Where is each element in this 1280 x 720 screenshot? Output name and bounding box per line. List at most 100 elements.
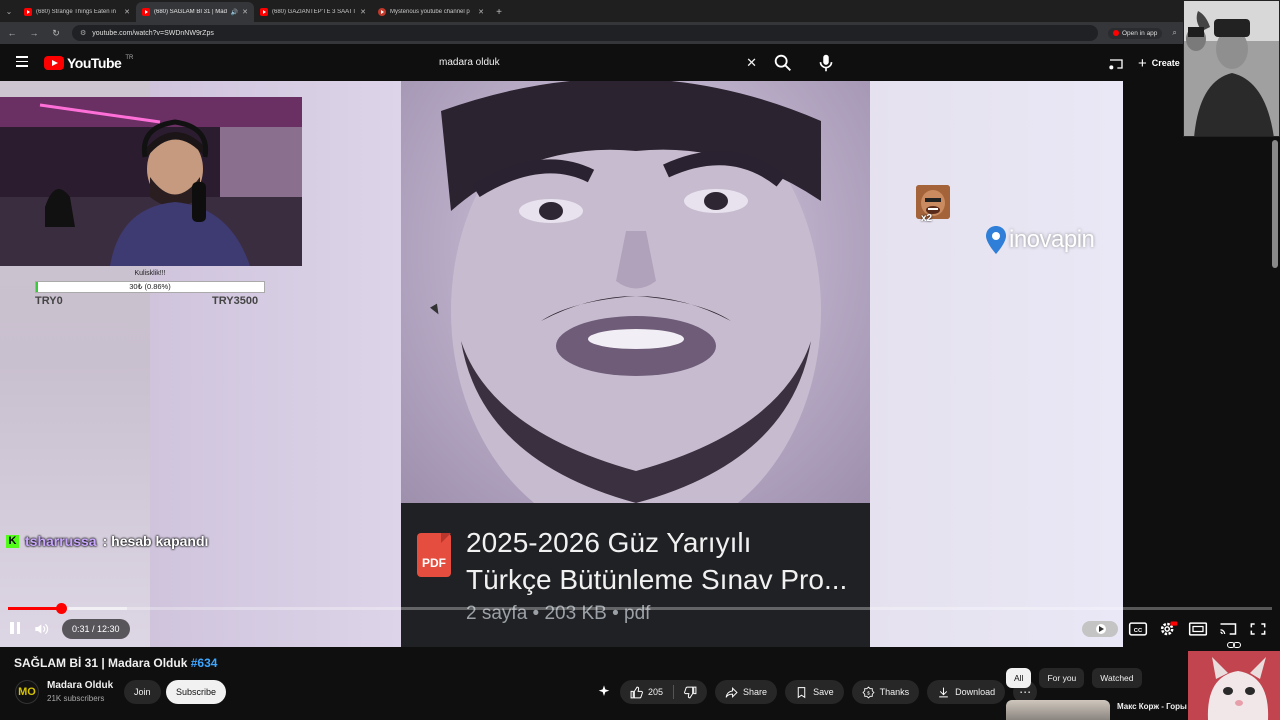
download-icon [939, 687, 948, 697]
time-display: 0:31 / 12:30 [62, 619, 130, 639]
volume-icon[interactable] [34, 622, 50, 636]
video-title: SAĞLAM Bİ 31 | Madara Olduk #634 [14, 656, 217, 670]
donation-goal-text: 30₺ (0.86%) [129, 282, 171, 291]
pause-icon[interactable] [8, 622, 22, 636]
search-box[interactable]: madara olduk ✕ [428, 49, 768, 76]
create-button[interactable]: + Create [1128, 51, 1190, 75]
subscriber-count: 21K subscribers [47, 694, 105, 703]
settings-gear-icon[interactable] [1158, 620, 1178, 638]
progress-played [8, 607, 62, 610]
video-progress-bar[interactable] [8, 603, 1272, 614]
browser-address-bar: ← → ↻ ⚙ youtube.com/watch?v=SWDnNW9rZps … [0, 22, 1280, 44]
youtube-favicon-icon [260, 8, 268, 16]
video-background-right [870, 81, 1123, 647]
youtube-play-logo-icon [44, 56, 64, 70]
like-dislike-group: 205 [620, 680, 708, 704]
recommended-video-thumbnail[interactable] [1006, 700, 1110, 720]
save-label: Save [813, 687, 834, 697]
guide-menu-icon[interactable] [16, 56, 28, 67]
back-arrow-icon[interactable]: ← [6, 28, 18, 38]
chat-username: tsharrussa [25, 533, 97, 549]
tab-close-icon[interactable]: ✕ [124, 8, 130, 16]
zoom-magnifier-icon[interactable]: ⌕ [1172, 28, 1176, 38]
new-tab-plus-icon[interactable]: + [490, 2, 508, 22]
site-info-icon[interactable]: ⚙ [80, 29, 86, 37]
browser-tab-1[interactable]: (680) Strange Things Eaten in ✕ [18, 2, 136, 22]
search-icon[interactable] [772, 52, 794, 74]
streamer-webcam [0, 97, 302, 266]
cat-reaction-overlay [1188, 651, 1280, 720]
search-input[interactable]: madara olduk [439, 57, 746, 68]
save-button[interactable]: Save [785, 680, 844, 704]
video-hashtag[interactable]: #634 [191, 656, 218, 670]
download-button[interactable]: Download [927, 680, 1006, 704]
chip-all[interactable]: All [1006, 668, 1032, 688]
open-in-app-label: Open in app [1122, 29, 1158, 37]
emote-count: x2 [921, 213, 933, 224]
subtitles-cc-icon[interactable]: CC [1128, 620, 1148, 638]
super-thanks-icon: $ [862, 685, 875, 699]
progress-scrubber-handle[interactable] [56, 603, 68, 614]
pdf-file-icon: PDF [417, 533, 451, 577]
tab-audio-icon[interactable]: 🔊 [231, 9, 238, 16]
forward-arrow-icon[interactable]: → [28, 28, 40, 38]
recommendation-chips: All For you Watched [1006, 668, 1142, 690]
subscribe-button[interactable]: Subscribe [166, 680, 227, 704]
donation-goal-label: Kulisklik!!! [134, 270, 166, 277]
pdf-title-line-2: Türkçe Bütünleme Sınav Pro... [466, 564, 848, 595]
video-frame-face [401, 81, 870, 503]
autoplay-toggle[interactable] [1082, 621, 1118, 637]
create-label: Create [1151, 58, 1180, 68]
channel-name[interactable]: Madara Olduk [47, 680, 113, 691]
tab-search-chevron-icon[interactable]: ⌄ [0, 0, 18, 22]
clear-search-icon[interactable]: ✕ [746, 55, 757, 71]
reload-icon[interactable]: ↻ [50, 28, 62, 39]
tab-title: (680) Strange Things Eaten in [36, 9, 116, 15]
chip-for-you[interactable]: For you [1039, 668, 1085, 688]
tab-title: (680) SAĞLAM Bİ 31 | Mada [154, 9, 227, 15]
share-button[interactable]: Share [715, 680, 778, 704]
open-in-app-button[interactable]: Open in app [1108, 27, 1163, 39]
recommended-video-title[interactable]: Макс Корж - Горы (Official video) [1117, 702, 1189, 712]
map-pin-icon [986, 226, 1006, 254]
bookmark-icon [797, 686, 806, 698]
cast-icon[interactable] [1218, 620, 1238, 638]
tab-close-icon[interactable]: ✕ [478, 8, 484, 16]
thanks-button[interactable]: $ Thanks [851, 680, 920, 704]
ai-sparkle-icon[interactable] [596, 684, 612, 700]
voice-search-mic-icon[interactable] [815, 52, 837, 74]
tab-close-icon[interactable]: ✕ [360, 8, 366, 16]
thanks-label: Thanks [879, 687, 910, 697]
share-label: Share [743, 687, 768, 697]
like-count: 205 [648, 687, 664, 697]
url-omnibox[interactable]: ⚙ youtube.com/watch?v=SWDnNW9rZps [72, 25, 1098, 41]
cast-studio-icon[interactable] [1108, 57, 1124, 71]
kick-badge-icon: K [6, 534, 19, 548]
video-actions: 205 Share Save $ Thanks Download ⋯ [596, 680, 1038, 704]
youtube-logo[interactable]: YouTube TR [44, 55, 133, 71]
chip-watched[interactable]: Watched [1092, 668, 1142, 688]
svg-text:$: $ [867, 690, 870, 696]
fullscreen-icon[interactable] [1248, 620, 1268, 638]
browser-tab-2-active[interactable]: (680) SAĞLAM Bİ 31 | Mada 🔊 ✕ [136, 2, 254, 22]
tab-title: (680) GAZİANTEP'TE 3 SAATT [272, 9, 357, 15]
player-controls-left: 0:31 / 12:30 [8, 617, 130, 641]
youtube-favicon-icon [24, 8, 32, 16]
join-button[interactable]: Join [124, 680, 161, 704]
webcam-scene [0, 97, 302, 266]
page-scrollbar-thumb[interactable] [1272, 140, 1278, 268]
url-text: youtube.com/watch?v=SWDnNW9rZps [92, 29, 214, 37]
channel-avatar[interactable]: MO [15, 680, 39, 704]
donation-goal-min: TRY0 [35, 295, 63, 307]
youtube-favicon-icon [142, 8, 150, 16]
video-player[interactable]: PDF 2025-2026 Güz Yarıyılı Türkçe Bütünl… [0, 81, 1123, 647]
browser-tab-3[interactable]: (680) GAZİANTEP'TE 3 SAATT ✕ [254, 2, 372, 22]
historical-photo-overlay [1183, 0, 1280, 137]
like-button[interactable]: 205 [620, 680, 673, 704]
tab-close-icon[interactable]: ✕ [242, 8, 248, 16]
miniplayer-icon[interactable] [1188, 620, 1208, 638]
dislike-button[interactable] [674, 680, 707, 704]
browser-tab-4[interactable]: Mysterious youtube channel p ✕ [372, 2, 490, 22]
svg-text:CC: CC [1134, 628, 1143, 634]
youtube-app-icon [1113, 30, 1119, 36]
